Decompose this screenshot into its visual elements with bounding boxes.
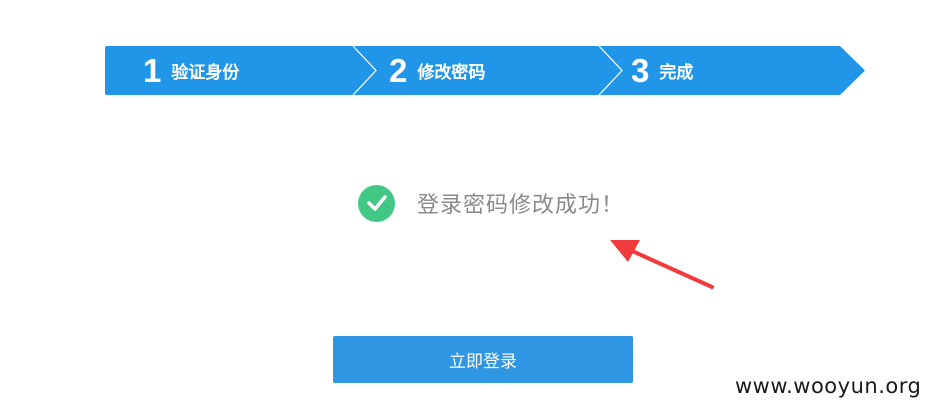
step-label: 完成 — [659, 63, 694, 83]
progress-steps: 1 验证身份 2 修改密码 3 完成 — [105, 46, 865, 95]
step-label: 修改密码 — [417, 63, 486, 83]
success-message-row: 登录密码修改成功！ — [358, 184, 624, 222]
annotation-arrow-icon — [610, 240, 714, 289]
step-label: 验证身份 — [171, 63, 240, 83]
step-number: 2 — [389, 52, 408, 89]
step-3: 3 完成 — [631, 46, 693, 95]
step-number: 1 — [143, 52, 162, 89]
step-number: 3 — [631, 52, 650, 89]
login-now-button[interactable]: 立即登录 — [333, 336, 633, 383]
step-2: 2 修改密码 — [389, 46, 485, 95]
check-circle-icon — [358, 184, 395, 222]
step-1: 1 验证身份 — [143, 46, 239, 95]
watermark: www.wooyun.org — [735, 374, 922, 398]
success-message: 登录密码修改成功！ — [417, 193, 625, 218]
